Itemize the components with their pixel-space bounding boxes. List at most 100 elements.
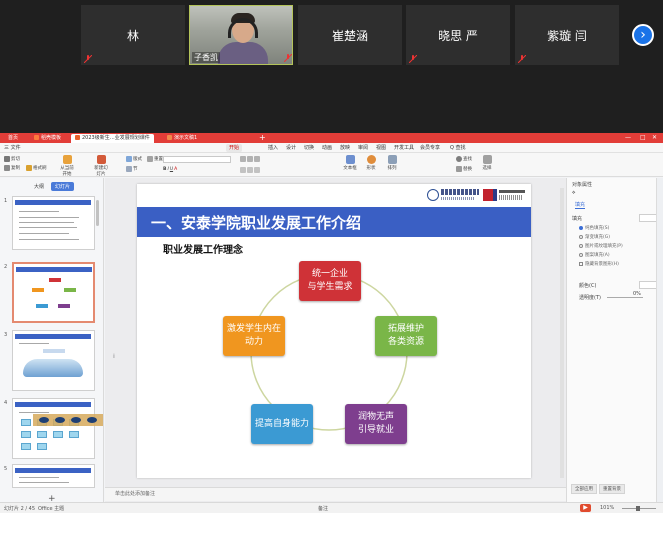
italic-icon: I	[167, 167, 169, 172]
slide-thumbnail[interactable]	[12, 330, 95, 391]
collapse-pane-icon[interactable]: ⁞	[113, 353, 115, 360]
thumb-title-bar	[15, 200, 91, 205]
cycle-node-5[interactable]: 激发学生内在 动力	[223, 316, 285, 356]
arrange-button[interactable]: 排列	[385, 155, 399, 171]
theme-name: Office 主题	[38, 506, 65, 512]
slide-editing-canvas[interactable]: ⁞ 一、安泰学院职业发展工作介绍 职业发展工作理念 统一企业 与学生需求 拓展维…	[105, 178, 566, 502]
thumb-spot	[87, 417, 97, 423]
picture-fill-radio[interactable]: 图片或纹理填充(P)	[579, 243, 623, 249]
tab-slides[interactable]: 幻灯片	[51, 182, 75, 191]
maximize-icon[interactable]: □	[640, 133, 646, 143]
slide-thumbnail[interactable]	[12, 464, 95, 488]
task-pane-sidebar[interactable]	[656, 178, 663, 502]
canvas-scrollbar[interactable]	[560, 188, 564, 478]
fill-section-header: 填充	[572, 216, 583, 222]
pattern-fill-radio[interactable]: 图案填充(A)	[579, 252, 610, 258]
format-painter-button[interactable]: 格式刷	[26, 165, 47, 171]
meeting-participant-strip: 林 子香凯 崔楚涵 晓思 严 紫璇 闫 ›	[0, 0, 663, 133]
close-icon[interactable]: ✕	[652, 133, 657, 143]
slideshow-play-button[interactable]: ▶	[580, 504, 591, 512]
align-left-icon	[240, 167, 246, 173]
cycle-node-4[interactable]: 提高自身能力	[251, 404, 313, 444]
tool-label: 节	[133, 167, 138, 172]
next-participants-button[interactable]: ›	[632, 24, 654, 46]
align-group[interactable]	[240, 167, 260, 173]
menu-find[interactable]: Q 查找	[450, 143, 466, 153]
menu-design[interactable]: 设计	[286, 143, 296, 153]
new-tab-button[interactable]: +	[259, 133, 266, 143]
thumb-chip	[69, 431, 79, 438]
menu-view[interactable]: 视图	[376, 143, 386, 153]
reset-background-button[interactable]: 重置背景	[599, 484, 625, 494]
tab-presentation-1[interactable]: 演示文稿1	[163, 134, 201, 143]
apply-all-button[interactable]: 全部应用	[571, 484, 597, 494]
tab-templates[interactable]: 稻壳模板	[30, 134, 65, 143]
menu-transition[interactable]: 切换	[304, 143, 314, 153]
tool-label: 查找	[463, 157, 472, 162]
slide-thumbnail-selected[interactable]	[12, 262, 95, 323]
participant-tile[interactable]: 紫璇 闫	[515, 5, 619, 65]
participant-tile[interactable]: 崔楚涵	[298, 5, 402, 65]
zoom-slider-knob[interactable]	[636, 506, 640, 511]
menu-slideshow[interactable]: 放映	[340, 143, 350, 153]
tool-label: 选择	[482, 166, 492, 171]
menu-insert[interactable]: 插入	[268, 143, 278, 153]
menu-home[interactable]: 开始	[226, 144, 243, 152]
reset-button[interactable]: 重置	[147, 156, 163, 162]
find-button[interactable]: 查找	[456, 156, 472, 162]
menu-animation[interactable]: 动画	[322, 143, 332, 153]
layout-button[interactable]: 版式	[126, 156, 142, 162]
zoom-level[interactable]: 101%	[600, 505, 614, 511]
font-name-select[interactable]	[163, 156, 231, 163]
slide-thumbnail[interactable]	[12, 398, 95, 459]
tab-home[interactable]: 首页	[4, 134, 22, 143]
participant-tile[interactable]: 林	[81, 5, 185, 65]
from-current-button[interactable]: 从当前开始	[60, 155, 74, 177]
participant-video-tile[interactable]: 子香凯	[189, 5, 293, 65]
thumb-text-line	[19, 211, 59, 212]
menu-review[interactable]: 审阅	[358, 143, 368, 153]
menu-member[interactable]: 会员专享	[420, 143, 440, 153]
cut-button[interactable]: 剪切	[4, 156, 20, 162]
cycle-node-3[interactable]: 润物无声 引导就业	[345, 404, 407, 444]
scissors-icon	[4, 156, 10, 162]
gradient-fill-radio[interactable]: 渐变填充(G)	[579, 234, 610, 240]
notes-area[interactable]: 单击此处添加备注	[105, 487, 566, 501]
thumbnail-pane-tabs: 大纲 幻灯片	[30, 182, 75, 191]
tab-fill[interactable]: 填充	[575, 201, 586, 209]
shape-button[interactable]: 形状	[364, 155, 378, 171]
slide-number: 4	[4, 400, 8, 406]
participant-tile[interactable]: 晓思 严	[406, 5, 510, 65]
tab-current-document[interactable]: 2023级新生…业发展规划课件	[71, 134, 154, 143]
solid-fill-radio[interactable]: 纯色填充(S)	[579, 225, 609, 231]
new-slide-button[interactable]: 新建幻灯片	[94, 155, 108, 177]
slide-thumbnail[interactable]	[12, 196, 95, 250]
font-color-icon: A	[174, 167, 178, 172]
paragraph-group[interactable]	[240, 156, 260, 162]
text-box-button[interactable]: 文本框	[343, 155, 357, 171]
menu-developer[interactable]: 开发工具	[394, 143, 414, 153]
cycle-node-2[interactable]: 拓展维护 各类资源	[375, 316, 437, 356]
transparency-slider[interactable]	[607, 297, 643, 298]
section-button[interactable]: 节	[126, 166, 138, 172]
node-text: 提高自身能力	[254, 418, 309, 429]
font-format-group[interactable]: BIUA	[163, 167, 177, 172]
video-person	[218, 42, 268, 64]
select-button[interactable]: 选择	[480, 155, 494, 171]
fill-tab-icon[interactable]: ⟡	[572, 190, 575, 196]
thumbnail-scrollbar[interactable]	[96, 200, 99, 226]
notes-toggle[interactable]: 备注	[318, 505, 328, 512]
menu-file[interactable]: 三 文件	[4, 143, 21, 153]
section-icon	[126, 166, 132, 172]
cycle-node-1[interactable]: 统一企业 与学生需求	[299, 261, 361, 301]
option-label: 渐变填充(G)	[585, 235, 610, 240]
thumb-text-line	[19, 233, 69, 234]
node-text: 激发学生内在	[226, 324, 281, 334]
hide-background-checkbox[interactable]: 隐藏背景图形(H)	[579, 261, 619, 267]
tab-outline[interactable]: 大纲	[30, 182, 48, 191]
radio-icon	[579, 253, 583, 257]
replace-button[interactable]: 替换	[456, 166, 472, 172]
minimize-icon[interactable]: —	[625, 133, 631, 143]
copy-button[interactable]: 复制	[4, 165, 20, 171]
slide[interactable]: 一、安泰学院职业发展工作介绍 职业发展工作理念 统一企业 与学生需求 拓展维护 …	[137, 184, 531, 478]
